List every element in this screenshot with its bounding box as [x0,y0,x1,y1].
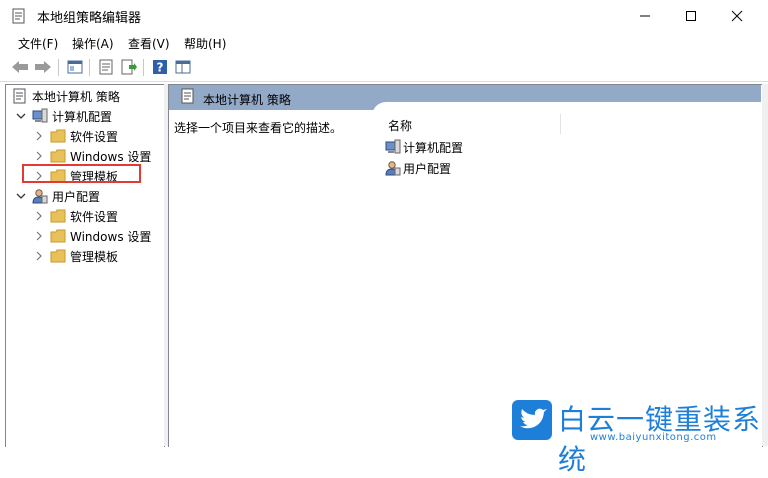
folder-icon [50,208,66,224]
tree-item-label: 用户配置 [52,189,101,204]
watermark: 白云一键重装系统 www.baiyunxitong.com [512,398,762,476]
folder-icon [50,248,66,264]
export-list-button[interactable] [120,58,138,76]
tree-user-software-settings[interactable]: 软件设置 [32,206,118,226]
chevron-right-icon[interactable] [32,229,46,243]
close-icon [731,10,743,21]
tree-item-label: 软件设置 [70,129,119,144]
tree-root[interactable]: 本地计算机 策略 [12,86,120,106]
tree-computer-windows-settings[interactable]: Windows 设置 [32,146,151,166]
toolbar-separator [89,59,90,76]
extended-view-button[interactable] [174,58,192,76]
properties-icon [99,59,113,75]
forward-button[interactable] [34,58,52,76]
tree-root-label: 本地计算机 策略 [32,87,120,105]
bird-logo-icon [512,400,552,440]
policy-app-icon [12,8,25,24]
toolbar: ? [0,54,768,82]
back-arrow-icon [12,61,28,73]
user-icon [385,160,401,176]
tree-computer-config[interactable]: 计算机配置 [14,106,112,126]
menu-action[interactable]: 操作(A) [72,35,114,52]
export-icon [121,59,137,75]
chevron-right-icon[interactable] [32,149,46,163]
tree-item-label: Windows 设置 [70,149,152,164]
window-title: 本地组策略编辑器 [37,11,142,26]
title-bar: 本地组策略编辑器 [0,0,768,31]
folder-icon [50,128,66,144]
column-header-name[interactable]: 名称 [388,117,412,134]
tree-item-label: 管理模板 [70,249,119,264]
list-item-computer-config[interactable]: 计算机配置 [385,138,463,156]
details-header-title: 本地计算机 策略 [203,93,291,107]
watermark-url: www.baiyunxitong.com [590,432,717,443]
close-button[interactable] [714,0,760,31]
chevron-right-icon[interactable] [32,249,46,263]
menu-bar: 文件(F) 操作(A) 查看(V) 帮助(H) [0,31,768,54]
properties-button[interactable] [97,58,115,76]
show-hide-tree-button[interactable] [66,58,84,76]
tree-computer-software-settings[interactable]: 软件设置 [32,126,118,146]
list-item-label: 计算机配置 [403,140,464,155]
chevron-down-icon[interactable] [14,189,28,203]
toolbar-separator [143,59,144,76]
list-item-label: 用户配置 [403,161,452,176]
highlight-box [22,164,141,183]
policy-document-icon [181,88,194,104]
tree-item-label: 软件设置 [70,209,119,224]
user-icon [32,188,48,204]
forward-arrow-icon [35,61,51,73]
folder-icon [50,148,66,164]
menu-view[interactable]: 查看(V) [128,35,170,52]
column-separator[interactable] [560,114,561,134]
list-item-user-config[interactable]: 用户配置 [385,159,451,177]
folder-icon [50,228,66,244]
console-tree-icon [67,60,83,74]
chevron-down-icon[interactable] [14,109,28,123]
tree-user-windows-settings[interactable]: Windows 设置 [32,226,151,246]
chevron-right-icon[interactable] [32,129,46,143]
menu-help[interactable]: 帮助(H) [184,35,226,52]
tree-user-admin-templates[interactable]: 管理模板 [32,246,118,266]
description-text: 选择一个项目来查看它的描述。 [174,121,343,135]
svg-text:?: ? [157,61,164,75]
back-button[interactable] [11,58,29,76]
toolbar-separator [58,59,59,76]
help-icon: ? [153,60,167,75]
help-button[interactable]: ? [151,58,169,76]
computer-icon [32,108,48,124]
maximize-icon [686,10,696,21]
tree-item-label: 计算机配置 [52,109,113,124]
menu-file[interactable]: 文件(F) [18,35,58,52]
extended-view-icon [175,60,191,74]
window-edge [762,84,768,446]
tree-item-label: Windows 设置 [70,229,152,244]
tree-user-config[interactable]: 用户配置 [14,186,100,206]
chevron-right-icon[interactable] [32,209,46,223]
policy-document-icon [12,88,28,104]
computer-icon [385,139,401,155]
minimize-icon [640,15,650,16]
minimize-button[interactable] [622,0,668,31]
maximize-button[interactable] [668,0,714,31]
